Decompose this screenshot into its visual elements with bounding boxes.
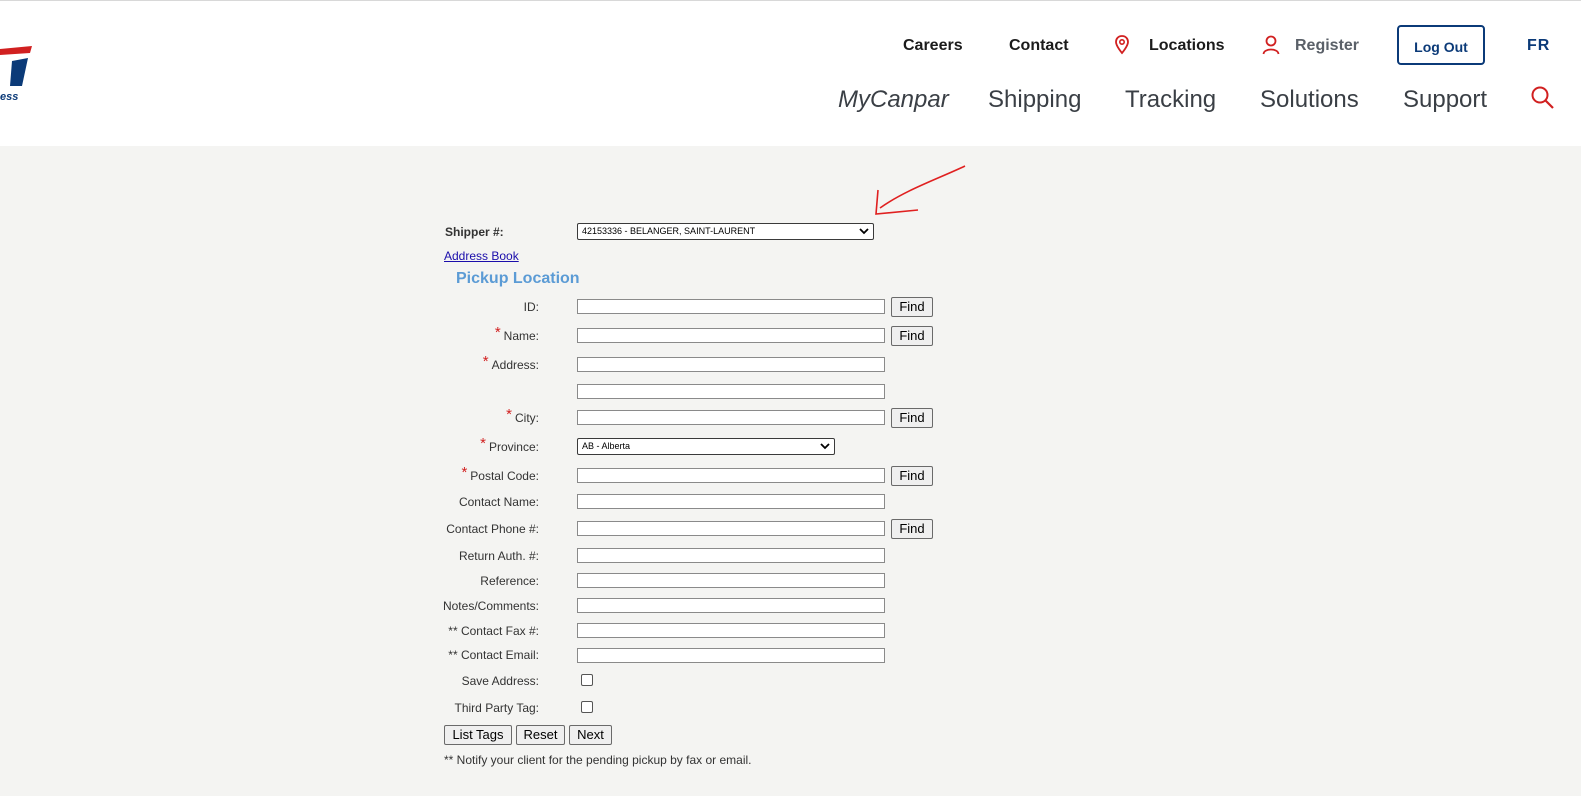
required-marker: * xyxy=(461,464,468,481)
third-party-checkbox[interactable] xyxy=(581,701,593,713)
locations-label: Locations xyxy=(1149,37,1225,54)
chevron-down-icon xyxy=(859,228,869,235)
find-phone-button[interactable]: Find xyxy=(891,519,933,539)
register-label: Register xyxy=(1295,37,1360,54)
contact-email-label: ** Contact Email: xyxy=(448,648,539,662)
shipper-selected-value: 42153336 - BELANGER, SAINT-LAURENT xyxy=(582,226,756,236)
id-label-text: ID: xyxy=(523,300,539,314)
city-field[interactable] xyxy=(577,410,885,425)
contact-fax-label: ** Contact Fax #: xyxy=(448,624,539,638)
logo-tagline: ess xyxy=(0,91,18,103)
notes-field[interactable] xyxy=(577,598,885,613)
find-name-button[interactable]: Find xyxy=(891,326,933,346)
search-icon[interactable] xyxy=(1530,85,1556,111)
shipper-label: Shipper #: xyxy=(445,225,504,239)
find-postal-button[interactable]: Find xyxy=(891,466,933,486)
postal-code-field[interactable] xyxy=(577,468,885,483)
careers-link[interactable]: Careers xyxy=(903,35,963,57)
contact-link[interactable]: Contact xyxy=(1009,35,1069,57)
city-label-text: City: xyxy=(515,411,539,425)
contact-phone-field[interactable] xyxy=(577,521,885,536)
reset-button[interactable]: Reset xyxy=(516,725,565,745)
register-link[interactable]: Register xyxy=(1262,35,1362,57)
footnote: ** Notify your client for the pending pi… xyxy=(444,753,752,767)
province-select[interactable]: AB - Alberta xyxy=(577,438,835,455)
nav-solutions[interactable]: Solutions xyxy=(1260,85,1359,115)
postal-label-text: Postal Code: xyxy=(470,469,539,483)
find-id-button[interactable]: Find xyxy=(891,297,933,317)
city-label: * City: xyxy=(339,407,539,425)
province-label: * Province: xyxy=(339,436,539,454)
reference-field[interactable] xyxy=(577,573,885,588)
section-title: Pickup Location xyxy=(456,270,580,287)
address-label: * Address: xyxy=(339,354,539,372)
find-city-button[interactable]: Find xyxy=(891,408,933,428)
contact-email-field[interactable] xyxy=(577,648,885,663)
chevron-down-icon xyxy=(820,443,830,450)
locations-link[interactable]: Locations xyxy=(1114,35,1226,57)
next-button[interactable]: Next xyxy=(569,725,612,745)
annotation-arrow-icon xyxy=(875,165,966,215)
address-line1-field[interactable] xyxy=(577,357,885,372)
id-label: ID: xyxy=(339,300,539,314)
name-field[interactable] xyxy=(577,328,885,343)
required-marker: * xyxy=(480,435,486,452)
contact-name-field[interactable] xyxy=(577,494,885,509)
return-auth-label: Return Auth. #: xyxy=(458,549,539,563)
user-icon xyxy=(1262,35,1280,55)
required-marker: * xyxy=(506,406,512,423)
contact-name-label: Contact Name: xyxy=(458,495,539,509)
name-label: * Name: xyxy=(339,325,539,343)
list-tags-button[interactable]: List Tags xyxy=(444,725,512,745)
site-header: ess Careers Contact Locations Register L… xyxy=(0,1,1581,146)
reference-label: Reference: xyxy=(480,574,539,588)
nav-support[interactable]: Support xyxy=(1403,85,1487,115)
return-auth-field[interactable] xyxy=(577,548,885,563)
required-marker: * xyxy=(494,324,501,341)
id-field[interactable] xyxy=(577,299,885,314)
province-label-text: Province: xyxy=(488,440,539,454)
province-selected-value: AB - Alberta xyxy=(582,441,631,451)
logout-button[interactable]: Log Out xyxy=(1397,25,1485,65)
shipper-select[interactable]: 42153336 - BELANGER, SAINT-LAURENT xyxy=(577,223,874,240)
nav-tracking[interactable]: Tracking xyxy=(1125,85,1216,115)
language-toggle[interactable]: FR xyxy=(1527,35,1550,57)
contact-phone-label: Contact Phone #: xyxy=(446,522,539,536)
canpar-logo[interactable]: ess xyxy=(0,41,40,111)
bottom-border xyxy=(0,796,1581,801)
postal-label: * Postal Code: xyxy=(339,465,539,483)
save-address-checkbox[interactable] xyxy=(581,674,593,686)
address-line2-field[interactable] xyxy=(577,384,885,399)
contact-fax-field[interactable] xyxy=(577,623,885,638)
name-label-text: Name: xyxy=(503,329,539,343)
notes-label: Notes/Comments: xyxy=(442,599,539,613)
required-marker: * xyxy=(482,353,489,370)
third-party-label: Third Party Tag: xyxy=(454,701,539,715)
nav-shipping[interactable]: Shipping xyxy=(988,85,1081,115)
nav-mycanpar[interactable]: MyCanpar xyxy=(838,85,949,115)
address-label-text: Address: xyxy=(491,358,539,372)
save-address-label: Save Address: xyxy=(461,674,539,688)
address-book-link[interactable]: Address Book xyxy=(444,249,519,263)
location-pin-icon xyxy=(1115,35,1129,55)
